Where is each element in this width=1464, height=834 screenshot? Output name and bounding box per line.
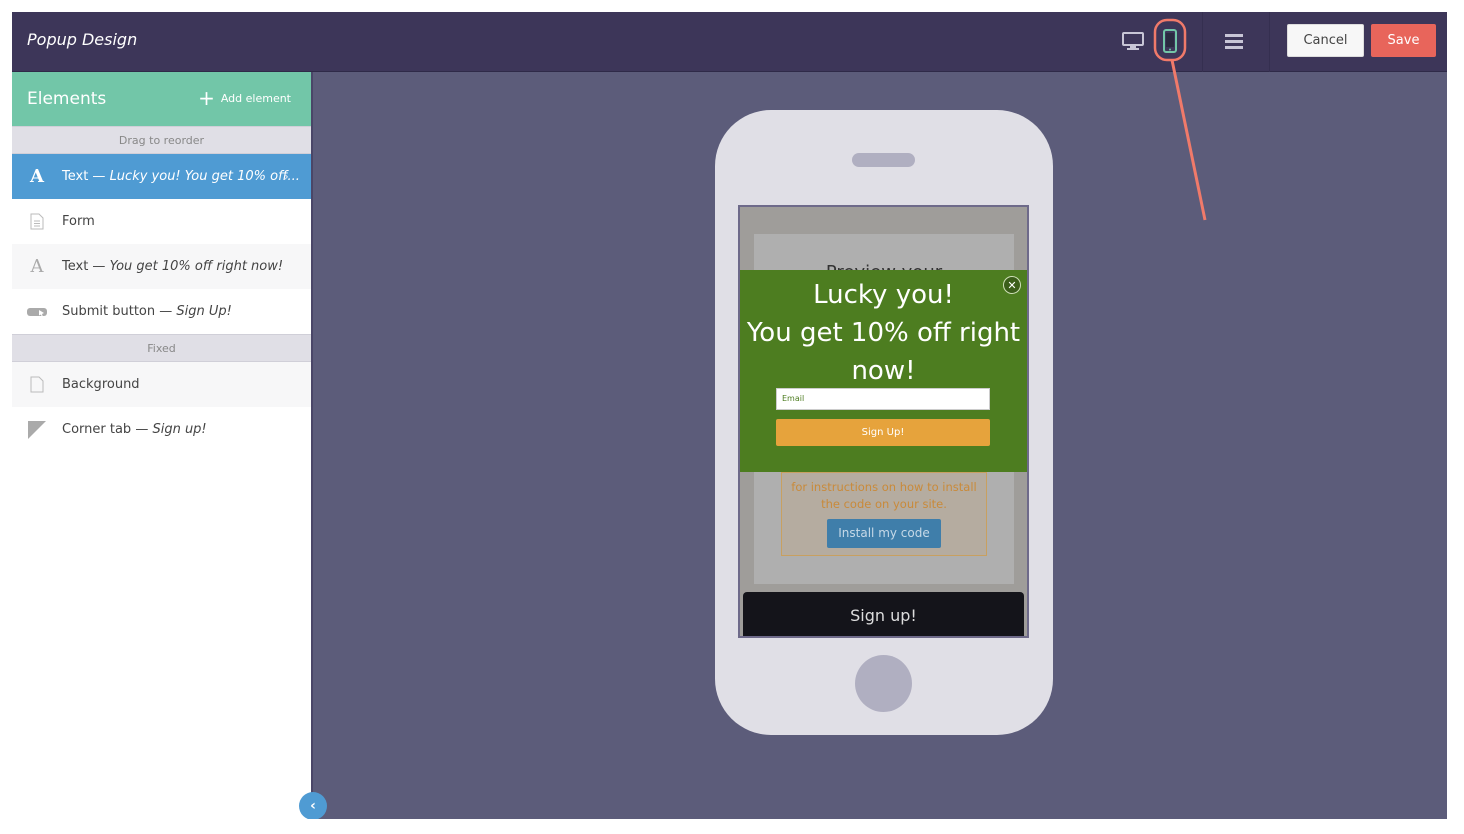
close-icon[interactable]: ✕	[1003, 276, 1021, 294]
sidebar-title: Elements	[27, 89, 107, 109]
cancel-button[interactable]: Cancel	[1287, 24, 1364, 57]
text-icon: A	[30, 256, 44, 277]
elements-sidebar: Elements + Add element Drag to reorder A…	[12, 72, 313, 819]
element-type: Text	[62, 259, 89, 274]
element-item-text-offer[interactable]: A Text — You get 10% off right now!	[12, 244, 311, 289]
phone-frame: Preview your for instructions on how to …	[715, 110, 1053, 735]
element-item-form[interactable]: Form	[12, 199, 311, 244]
separator: —	[131, 422, 153, 437]
mobile-icon[interactable]	[1157, 28, 1183, 54]
add-element-button[interactable]: + Add element	[198, 86, 291, 110]
section-fixed: Fixed	[12, 334, 311, 362]
popup[interactable]: ✕ Lucky you! You get 10% off right now! …	[740, 270, 1027, 472]
signup-button[interactable]: Sign Up!	[776, 419, 990, 446]
chevron-right-icon: ›	[283, 168, 289, 185]
menu-icon[interactable]	[1221, 28, 1247, 54]
popup-line-1: Lucky you!	[813, 280, 954, 310]
corner-tab-bar[interactable]: Sign up!	[743, 592, 1024, 636]
section-drag-to-reorder: Drag to reorder	[12, 126, 311, 154]
element-item-submit-button[interactable]: Submit button — Sign Up!	[12, 289, 311, 334]
notice-text: for instructions on how to install the c…	[791, 480, 977, 511]
form-icon	[12, 213, 62, 230]
phone-screen: Preview your for instructions on how to …	[738, 205, 1029, 638]
phone-speaker	[852, 153, 915, 167]
collapse-sidebar-button[interactable]: ‹	[299, 792, 327, 819]
email-field[interactable]: Email	[776, 388, 990, 410]
separator: —	[155, 304, 177, 319]
element-type: Corner tab	[62, 422, 132, 437]
sidebar-header: Elements + Add element	[12, 72, 311, 126]
corner-tab-icon	[12, 420, 62, 439]
separator: —	[88, 259, 110, 274]
element-item-text-lucky[interactable]: A Text — Lucky you! You get 10% off... ›	[12, 154, 311, 199]
element-detail: Lucky you! You get 10% off...	[109, 169, 300, 184]
top-bar: Popup Design Cancel Save	[12, 12, 1447, 72]
plus-icon: +	[198, 86, 215, 110]
popup-headline[interactable]: Lucky you! You get 10% off right now!	[740, 270, 1027, 390]
phone-home-button	[855, 655, 912, 712]
desktop-icon[interactable]	[1120, 28, 1146, 54]
page-icon	[12, 376, 62, 393]
element-detail: Sign up!	[152, 422, 207, 437]
element-type: Form	[62, 214, 95, 229]
text-icon: A	[30, 166, 44, 187]
element-item-corner-tab[interactable]: Corner tab — Sign up!	[12, 407, 311, 452]
save-button[interactable]: Save	[1371, 24, 1436, 57]
add-element-label: Add element	[220, 91, 291, 105]
toolbar-divider	[1202, 12, 1203, 72]
button-icon	[12, 306, 62, 318]
preview-canvas: Preview your for instructions on how to …	[315, 72, 1447, 819]
install-notice: for instructions on how to install the c…	[781, 472, 987, 556]
popup-line-2: You get 10% off right now!	[746, 318, 1021, 386]
toolbar-divider	[1269, 12, 1270, 72]
separator: —	[88, 169, 110, 184]
element-type: Text	[62, 169, 89, 184]
install-code-button[interactable]: Install my code	[827, 519, 941, 548]
element-type: Background	[62, 377, 140, 392]
app-title: Popup Design	[27, 30, 138, 49]
app-window: Popup Design Cancel Save Elements + Add …	[12, 12, 1447, 819]
element-detail: Sign Up!	[176, 304, 232, 319]
element-item-background[interactable]: Background	[12, 362, 311, 407]
element-type: Submit button	[62, 304, 156, 319]
element-detail: You get 10% off right now!	[109, 259, 284, 274]
